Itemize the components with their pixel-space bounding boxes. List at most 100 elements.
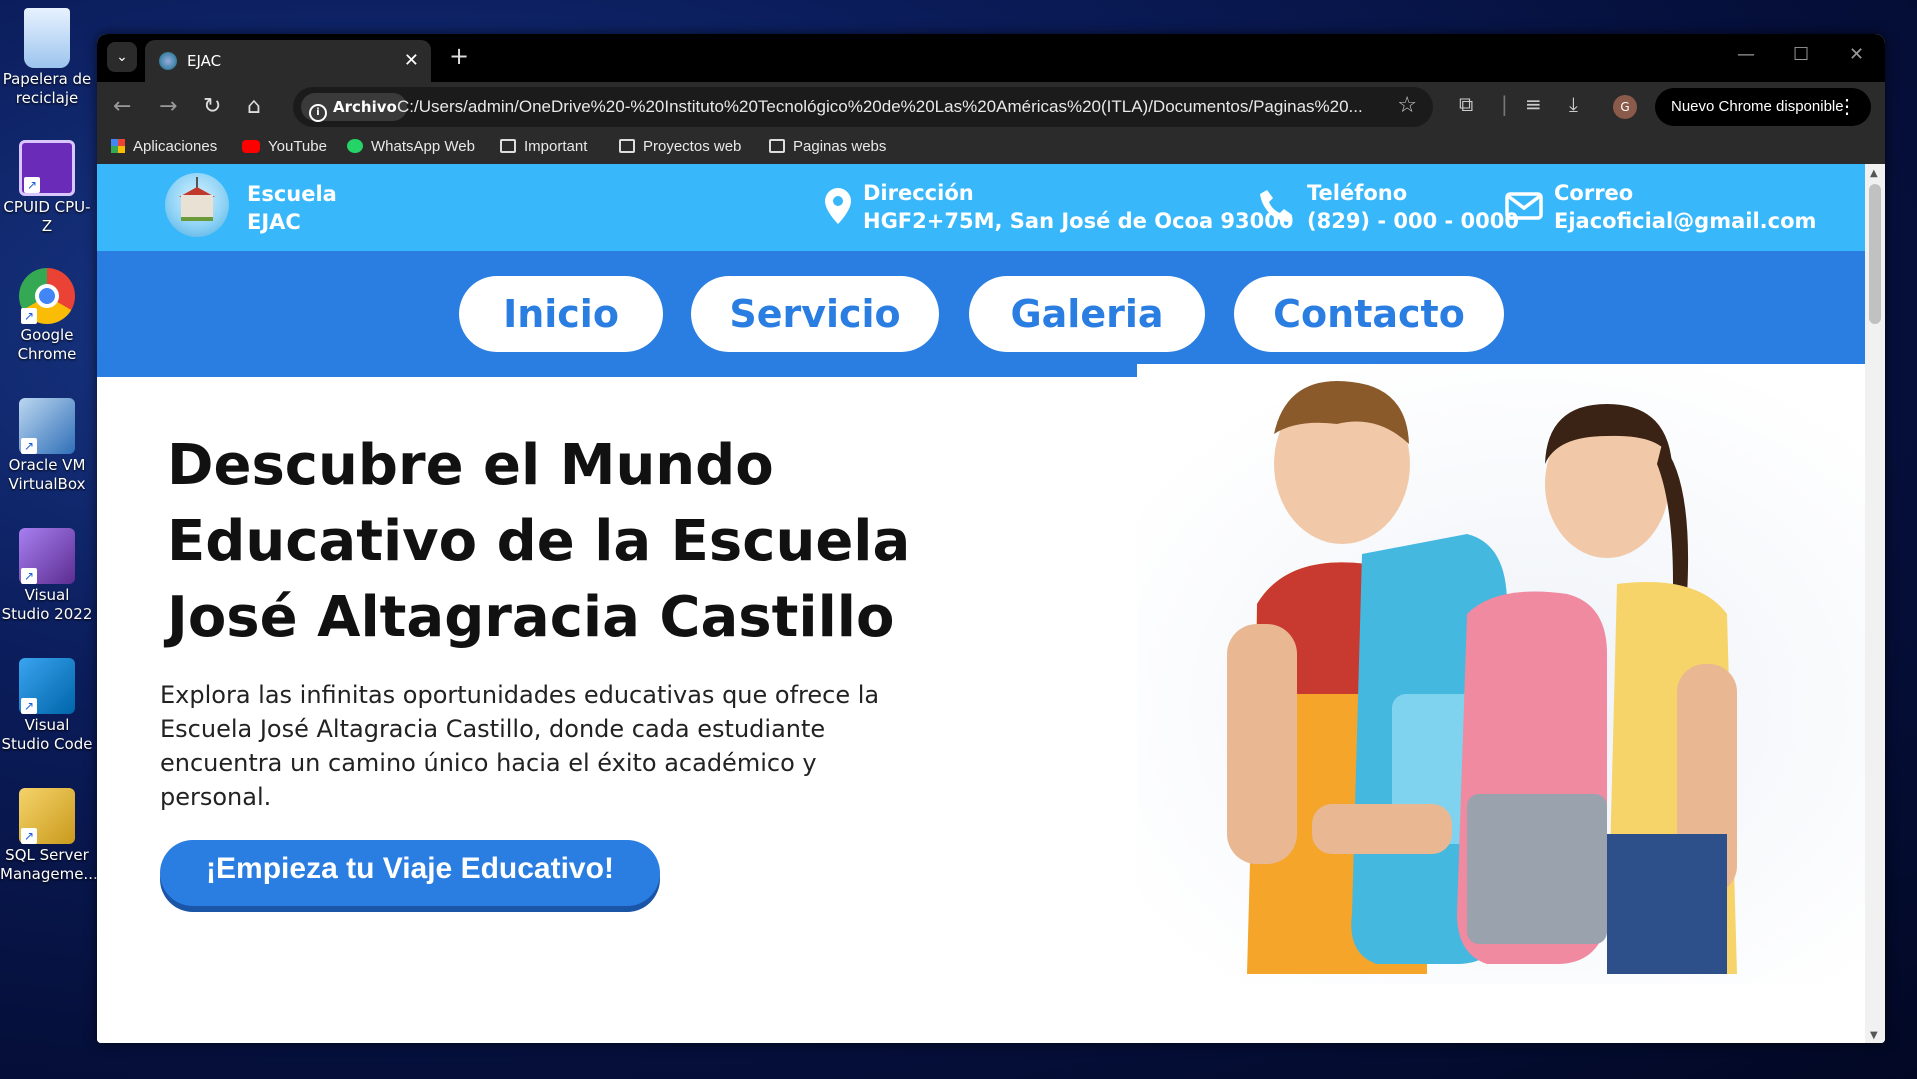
email-info: Correo Ejacoficial@gmail.com (1554, 179, 1816, 235)
desktop-icon-label: Visual Studio Code (1, 716, 93, 753)
bookmark-paginas-webs[interactable]: Paginas webs (769, 138, 886, 155)
tab-search-button[interactable]: ⌄ (107, 42, 137, 72)
bookmark-important[interactable]: Important (500, 138, 587, 155)
phone-label: Teléfono (1307, 181, 1408, 205)
desktop-icon-ssms[interactable]: ↗ SQL Server Manageme... (0, 788, 98, 884)
desktop-icon-vscode[interactable]: ↗ Visual Studio Code (0, 658, 94, 754)
desktop-icon-recycle-bin[interactable]: Papelera de reciclaje (0, 8, 94, 108)
desktop-icon-cpuz[interactable]: ↗ CPUID CPU-Z (0, 140, 94, 236)
page-viewport: Escuela EJAC Dirección HGF2+75M, San Jos… (97, 164, 1865, 1043)
media-controls-icon[interactable]: ≡ (1525, 92, 1542, 116)
cta-button[interactable]: ¡Empieza tu Viaje Educativo! (160, 840, 660, 906)
favicon-icon (159, 52, 177, 70)
shortcut-arrow-icon: ↗ (21, 828, 37, 844)
ssms-icon: ↗ (19, 788, 75, 844)
bookmark-star-icon[interactable]: ☆ (1397, 93, 1417, 118)
downloads-icon[interactable]: ⤓ (1569, 92, 1578, 116)
new-tab-button[interactable]: + (449, 42, 469, 70)
desktop-icon-chrome[interactable]: ↗ Google Chrome (0, 268, 94, 364)
hero-description: Explora las infinitas oportunidades educ… (160, 681, 880, 811)
desktop-icon-label: SQL Server Manageme... (0, 846, 98, 883)
profile-avatar[interactable]: G (1613, 95, 1637, 119)
toolbar-divider: | (1501, 92, 1508, 116)
phone-info: Teléfono (829) - 000 - 0000 (1307, 179, 1519, 235)
bookmark-youtube[interactable]: YouTube (242, 138, 327, 155)
email-value: Ejacoficial@gmail.com (1554, 209, 1817, 233)
site-info-label: Archivo (333, 98, 397, 116)
tab-ejac[interactable]: EJAC ✕ (145, 40, 431, 82)
desktop-icon-label: Visual Studio 2022 (1, 586, 93, 623)
apps-grid-icon (111, 139, 125, 153)
address-bar[interactable]: i Archivo C:/Users/admin/OneDrive%20-%20I… (293, 87, 1433, 127)
shortcut-arrow-icon: ↗ (21, 438, 37, 454)
forward-button[interactable]: → (159, 94, 177, 119)
phone-value: (829) - 000 - 0000 (1307, 209, 1519, 233)
bookmark-label: Proyectos web (643, 138, 742, 155)
mail-icon (1505, 192, 1543, 220)
extensions-icon[interactable]: ⧉ (1459, 92, 1473, 116)
nav-contacto[interactable]: Contacto (1234, 276, 1504, 352)
desktop-icon-label: Oracle VM VirtualBox (8, 456, 86, 493)
address-value: HGF2+75M, San José de Ocoa 93000 (863, 209, 1294, 233)
scroll-up-icon[interactable]: ▲ (1870, 168, 1878, 179)
browser-window: ⌄ EJAC ✕ + — ☐ ✕ ← → ↻ ⌂ i Archivo C:/Use… (97, 34, 1885, 1043)
cpuz-icon: ↗ (19, 140, 75, 196)
chrome-icon: ↗ (19, 268, 75, 324)
whatsapp-icon (347, 139, 363, 153)
minimize-button[interactable]: — (1737, 44, 1755, 65)
hero-title: Descubre el Mundo Educativo de la Escuel… (167, 433, 911, 650)
desktop-icon-label: Papelera de reciclaje (2, 70, 92, 107)
vscode-icon: ↗ (19, 658, 75, 714)
browser-toolbar: ← → ↻ ⌂ i Archivo C:/Users/admin/OneDrive… (97, 82, 1885, 132)
desktop-icon-label: Google Chrome (17, 326, 77, 363)
back-button[interactable]: ← (113, 94, 131, 119)
bookmark-label: Important (524, 138, 588, 155)
bookmark-whatsapp[interactable]: WhatsApp Web (347, 138, 475, 155)
home-button[interactable]: ⌂ (247, 94, 261, 119)
desktop-icon-visual-studio[interactable]: ↗ Visual Studio 2022 (0, 528, 94, 624)
site-topbar: Escuela EJAC Dirección HGF2+75M, San Jos… (97, 164, 1865, 251)
url-text: C:/Users/admin/OneDrive%20-%20Instituto%… (397, 97, 1363, 116)
nav-galeria[interactable]: Galeria (969, 276, 1205, 352)
site-navbar: Inicio Servicio Galeria Contacto (97, 251, 1865, 377)
youtube-icon (242, 140, 260, 153)
folder-icon (619, 139, 635, 153)
chrome-update-button[interactable]: Nuevo Chrome disponible ⋮ (1655, 88, 1871, 126)
brand-name: Escuela EJAC (247, 180, 337, 236)
virtualbox-icon: ↗ (19, 398, 75, 454)
shortcut-arrow-icon: ↗ (21, 308, 37, 324)
email-label: Correo (1554, 181, 1634, 205)
info-icon: i (309, 104, 327, 122)
desktop-icon-virtualbox[interactable]: ↗ Oracle VM VirtualBox (0, 398, 94, 494)
tab-title: EJAC (187, 52, 222, 70)
hero-kids-image (1137, 364, 1865, 984)
shortcut-arrow-icon: ↗ (24, 177, 40, 193)
chrome-update-label: Nuevo Chrome disponible (1671, 98, 1844, 115)
shortcut-arrow-icon: ↗ (21, 568, 37, 584)
menu-dots-icon: ⋮ (1837, 96, 1857, 118)
tab-bar: ⌄ EJAC ✕ + — ☐ ✕ (97, 34, 1885, 82)
bookmark-label: YouTube (268, 138, 327, 155)
bookmarks-bar: Aplicaciones YouTube WhatsApp Web Import… (97, 132, 1885, 164)
nav-inicio[interactable]: Inicio (459, 276, 663, 352)
scroll-down-icon[interactable]: ▼ (1870, 1030, 1878, 1041)
nav-servicio[interactable]: Servicio (691, 276, 939, 352)
bookmark-label: Paginas webs (793, 138, 887, 155)
school-building-icon (181, 195, 213, 221)
reload-button[interactable]: ↻ (203, 94, 221, 119)
close-tab-icon[interactable]: ✕ (404, 50, 419, 71)
site-info-chip[interactable]: i Archivo (301, 93, 407, 122)
maximize-button[interactable]: ☐ (1793, 44, 1809, 65)
close-window-button[interactable]: ✕ (1849, 44, 1864, 65)
phone-icon (1260, 190, 1292, 222)
bookmark-aplicaciones[interactable]: Aplicaciones (111, 138, 217, 155)
shortcut-arrow-icon: ↗ (21, 698, 37, 714)
bookmark-label: Aplicaciones (133, 138, 218, 155)
address-info: Dirección HGF2+75M, San José de Ocoa 930… (863, 179, 1293, 235)
address-label: Dirección (863, 181, 974, 205)
bookmark-proyectos-web[interactable]: Proyectos web (619, 138, 741, 155)
scrollbar-thumb[interactable] (1869, 184, 1881, 324)
page-scrollbar[interactable]: ▲ ▼ (1865, 164, 1885, 1043)
desktop-icon-label: CPUID CPU-Z (3, 198, 91, 235)
bookmark-label: WhatsApp Web (371, 138, 475, 155)
